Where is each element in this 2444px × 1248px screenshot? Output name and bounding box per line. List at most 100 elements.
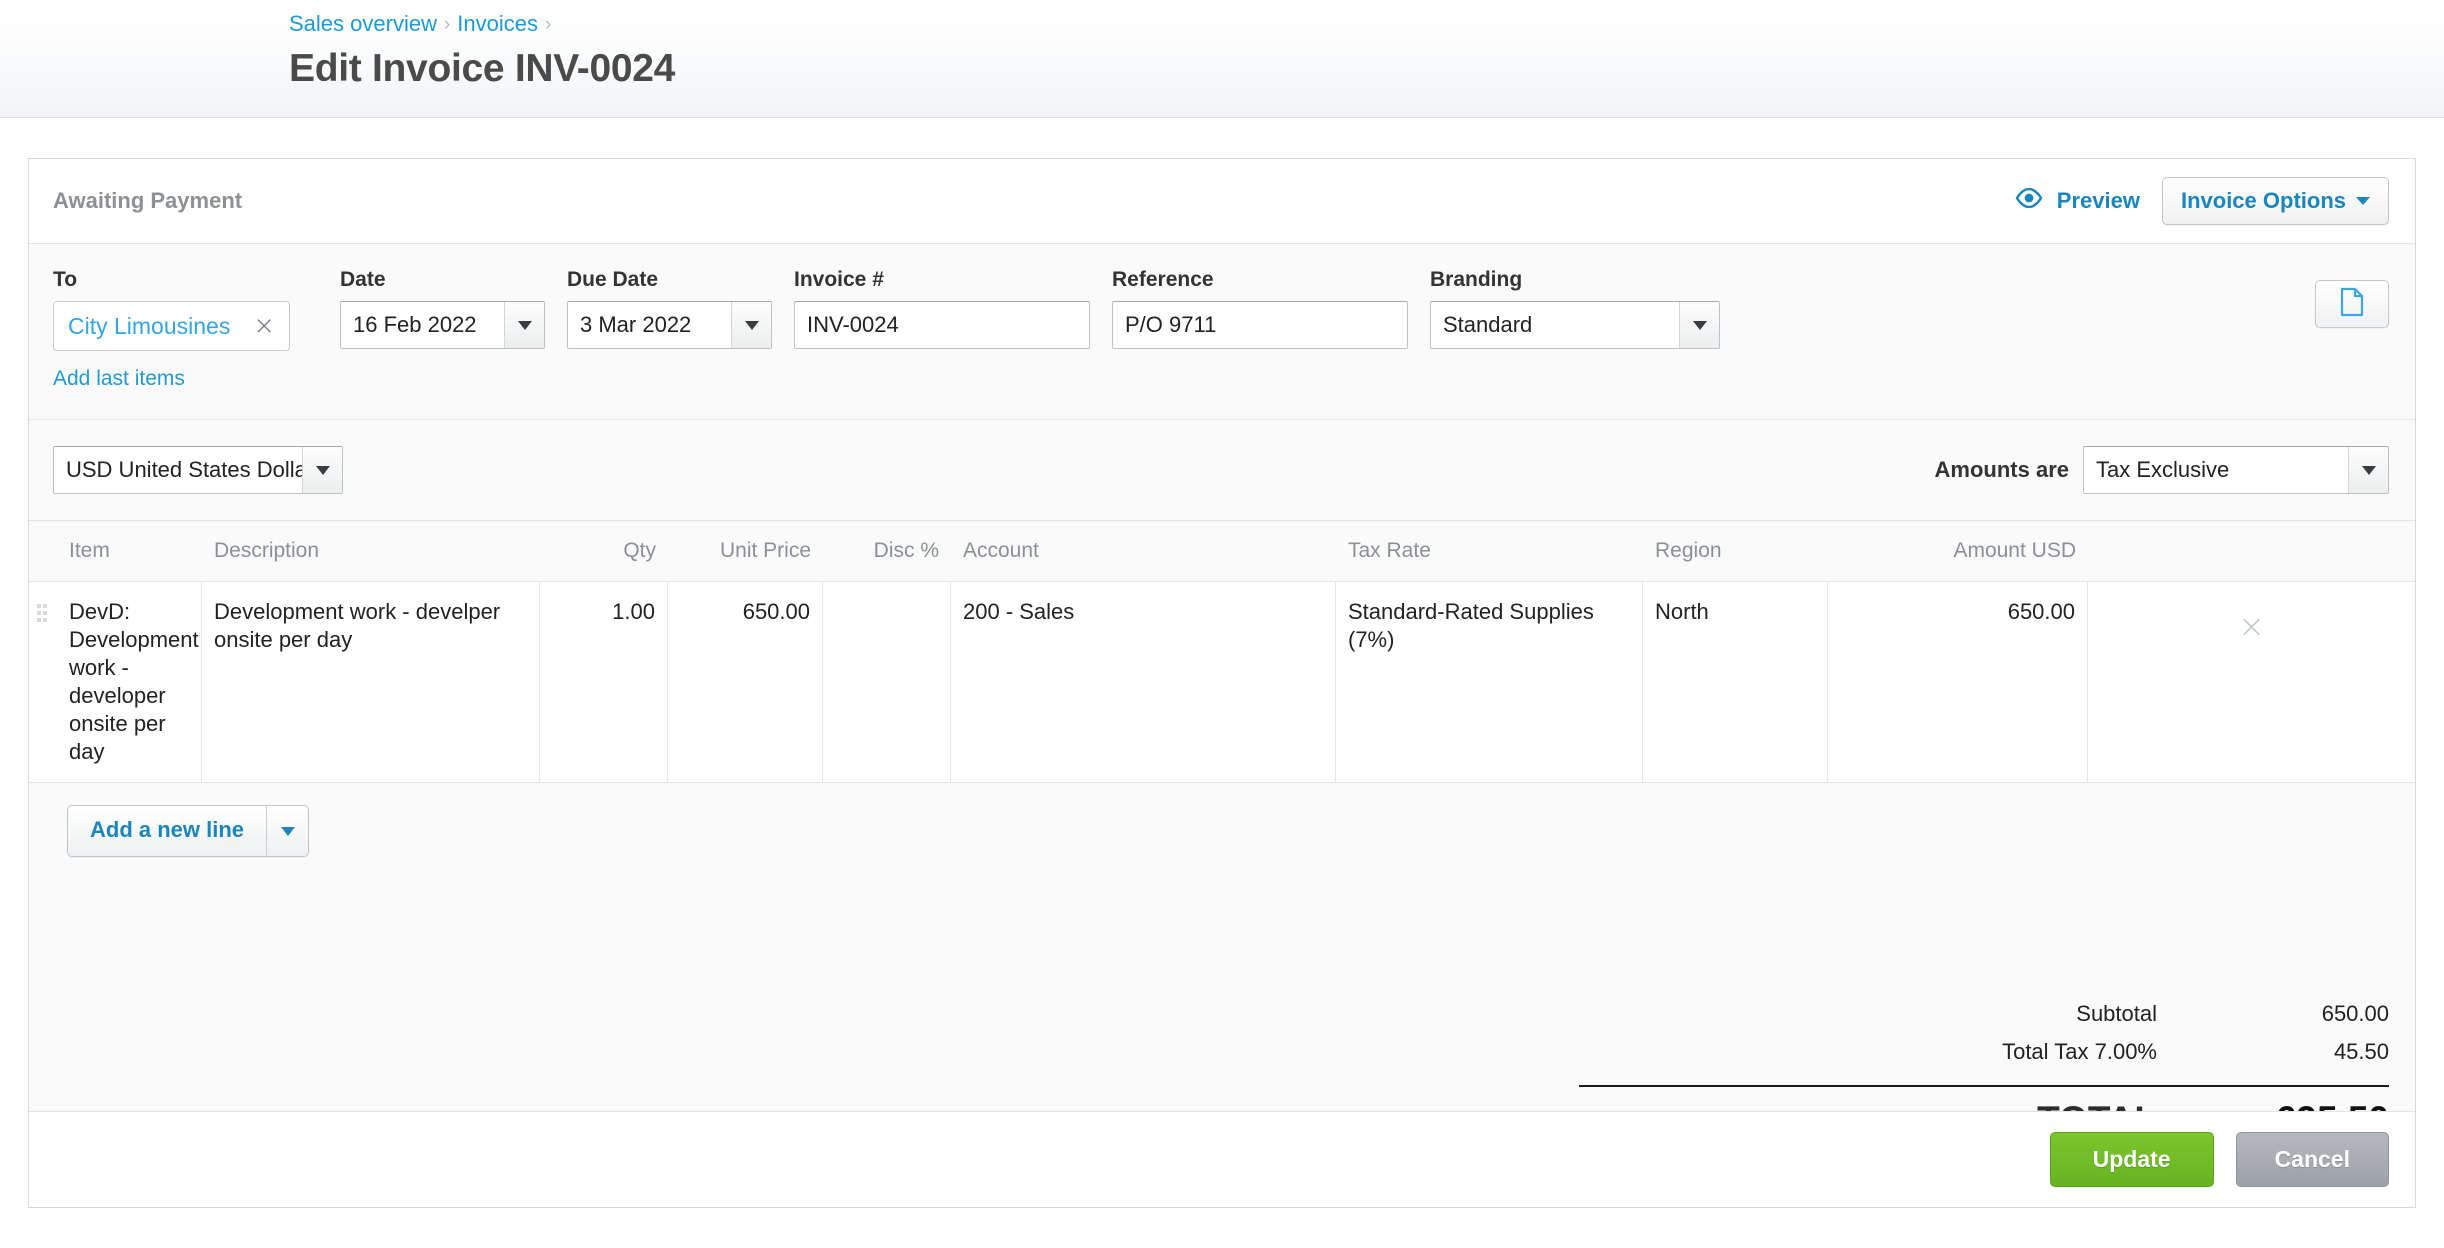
status-badge: Awaiting Payment — [53, 188, 243, 213]
update-button[interactable]: Update — [2049, 1132, 2214, 1187]
subtotal-row: Subtotal 650.00 — [1579, 995, 2389, 1033]
due-date-value: 3 Mar 2022 — [580, 312, 692, 337]
due-date-picker-button[interactable] — [731, 302, 771, 348]
date-picker-button[interactable] — [504, 302, 544, 348]
add-last-items-link[interactable]: Add last items — [53, 367, 185, 391]
copy-document-button[interactable] — [2315, 280, 2389, 328]
chevron-down-icon — [744, 320, 759, 330]
amounts-are-label: Amounts are — [1934, 457, 2069, 482]
cell-qty[interactable]: 1.00 — [540, 582, 668, 782]
breadcrumb-separator-icon: › — [443, 14, 451, 35]
table-header-region: Region — [1655, 539, 1722, 562]
eye-icon — [2015, 187, 2043, 214]
table-header-description: Description — [214, 539, 320, 562]
copy-document-icon — [2339, 287, 2365, 322]
status-bar: Awaiting Payment Preview Invoice Options — [29, 159, 2415, 244]
amounts-are-value: Tax Exclusive — [2096, 457, 2230, 482]
field-due-date: Due Date 3 Mar 2022 — [567, 268, 772, 349]
reference-label: Reference — [1112, 268, 1214, 291]
page-title: Edit Invoice INV-0024 — [289, 47, 676, 90]
breadcrumb-link-invoices[interactable]: Invoices — [457, 11, 538, 36]
branding-dropdown-button[interactable] — [1679, 302, 1719, 348]
table-header-qty: Qty — [623, 539, 656, 562]
cell-disc[interactable] — [823, 582, 951, 782]
branding-select[interactable]: Standard — [1430, 301, 1720, 349]
to-label: To — [53, 268, 78, 291]
add-new-line-dropdown-button[interactable] — [266, 806, 309, 856]
add-line-container: Add a new line — [29, 783, 2415, 857]
invoice-options-button[interactable]: Invoice Options — [2161, 177, 2389, 225]
chevron-down-icon — [1692, 320, 1707, 330]
amounts-are-select[interactable]: Tax Exclusive — [2083, 446, 2389, 494]
table-header-amount: Amount USD — [1953, 539, 2076, 562]
total-tax-label: Total Tax 7.00% — [2002, 1039, 2157, 1064]
page-header: Sales overview › Invoices › Edit Invoice IN… — [0, 0, 2444, 118]
chevron-down-icon — [315, 465, 330, 475]
close-icon[interactable]: × — [249, 313, 279, 339]
chevron-down-icon — [280, 826, 295, 836]
total-tax-value: 45.50 — [2333, 1039, 2389, 1064]
currency-row: USD United States Dollar Amounts are Tax… — [29, 419, 2415, 494]
invoice-number-input[interactable]: INV-0024 — [794, 301, 1090, 349]
due-date-label: Due Date — [567, 268, 659, 291]
breadcrumb-separator-icon: › — [545, 14, 552, 35]
cell-tax-rate[interactable]: Standard-Rated Supplies (7%) — [1336, 582, 1643, 782]
to-value: City Limousines — [68, 312, 231, 339]
cell-region[interactable]: North — [1643, 582, 1828, 782]
breadcrumb-link-sales-overview[interactable]: Sales overview — [289, 11, 437, 36]
preview-button[interactable]: Preview — [2015, 187, 2140, 214]
chevron-down-icon — [2361, 465, 2376, 475]
delete-row-icon[interactable]: × — [2238, 610, 2265, 642]
invoice-number-label: Invoice # — [794, 268, 884, 291]
reference-input[interactable]: P/O 9711 — [1112, 301, 1408, 349]
date-value: 16 Feb 2022 — [353, 312, 477, 337]
invoice-number-value: INV-0024 — [807, 312, 899, 337]
cell-delete: × — [2088, 582, 2415, 782]
chevron-down-icon — [2356, 197, 2370, 205]
total-tax-row: Total Tax 7.00% 45.50 — [1579, 1033, 2389, 1071]
table-header-account: Account — [963, 539, 1039, 562]
invoice-form: To City Limousines × Add last items Date… — [29, 244, 2415, 391]
table-row: DevD: Development work - developer onsit… — [29, 582, 2415, 783]
table-header-item: Item — [69, 539, 110, 562]
currency-dropdown-button[interactable] — [302, 447, 342, 493]
card-footer: Update Cancel — [29, 1111, 2415, 1207]
cell-unit-price[interactable]: 650.00 — [668, 582, 823, 782]
cancel-button[interactable]: Cancel — [2235, 1132, 2389, 1187]
amounts-are-group: Amounts are Tax Exclusive — [1935, 446, 2389, 494]
table-header-unit-price: Unit Price — [719, 539, 811, 562]
drag-handle-icon — [37, 604, 49, 625]
branding-label: Branding — [1430, 268, 1523, 291]
table-header-row: Item Description Qty Unit Price Disc % A… — [29, 520, 2415, 582]
status-actions: Preview Invoice Options — [2015, 177, 2389, 225]
cell-amount: 650.00 — [1828, 582, 2088, 782]
currency-value: USD United States Dollar — [66, 457, 302, 482]
row-drag-handle[interactable] — [29, 582, 57, 782]
subtotal-value: 650.00 — [2321, 1001, 2389, 1026]
date-label: Date — [340, 268, 386, 291]
invoice-options-label: Invoice Options — [2180, 188, 2346, 213]
reference-value: P/O 9711 — [1125, 312, 1217, 337]
field-branding: Branding Standard — [1430, 268, 1720, 349]
field-to: To City Limousines × Add last items — [53, 268, 318, 391]
subtotal-label: Subtotal — [2076, 1001, 2157, 1026]
breadcrumb: Sales overview › Invoices › — [289, 10, 2444, 40]
currency-select[interactable]: USD United States Dollar — [53, 446, 343, 494]
field-date: Date 16 Feb 2022 — [340, 268, 545, 349]
chevron-down-icon — [517, 320, 532, 330]
cell-account[interactable]: 200 - Sales — [951, 582, 1336, 782]
preview-label: Preview — [2056, 188, 2140, 213]
to-input[interactable]: City Limousines × — [53, 301, 290, 351]
line-items-table: Item Description Qty Unit Price Disc % A… — [29, 520, 2415, 783]
add-new-line-button[interactable]: Add a new line — [68, 806, 267, 856]
cell-item[interactable]: DevD: Development work - developer onsit… — [57, 582, 202, 782]
table-header-disc: Disc % — [873, 539, 939, 562]
amounts-are-dropdown-button[interactable] — [2348, 447, 2388, 493]
date-input[interactable]: 16 Feb 2022 — [340, 301, 545, 349]
card-container: Awaiting Payment Preview Invoice Options — [0, 118, 2444, 1208]
cell-description[interactable]: Development work - develper onsite per d… — [202, 582, 540, 782]
add-new-line-split-button: Add a new line — [67, 805, 310, 857]
field-reference: Reference P/O 9711 — [1112, 268, 1408, 349]
form-field-row: To City Limousines × Add last items Date… — [53, 268, 2389, 391]
due-date-input[interactable]: 3 Mar 2022 — [567, 301, 772, 349]
